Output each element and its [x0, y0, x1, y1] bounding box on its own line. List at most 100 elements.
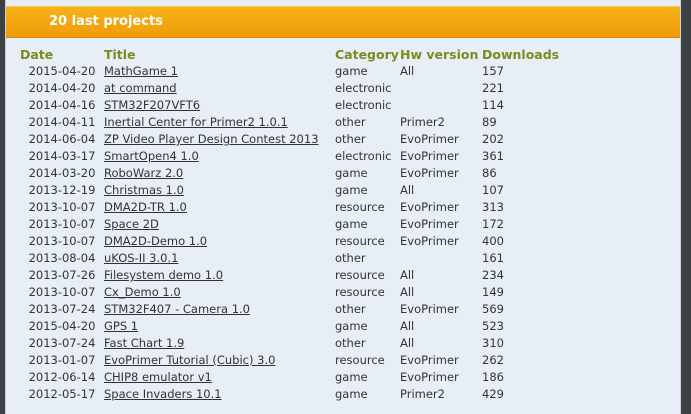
- project-date: 2013-10-07: [28, 234, 96, 248]
- table-row: 2014-03-20 RoboWarz 2.0 game EvoPrimer 86: [20, 165, 572, 182]
- project-category: game: [335, 387, 368, 401]
- project-date: 2012-05-17: [28, 387, 96, 401]
- project-date: 2013-10-07: [28, 285, 96, 299]
- project-category: other: [335, 302, 366, 316]
- project-downloads: 161: [482, 251, 504, 265]
- project-title-cell: CHIP8 emulator v1: [104, 369, 335, 386]
- table-row: 2014-06-04 ZP Video Player Design Contest…: [20, 131, 572, 148]
- project-title-link[interactable]: MathGame 1: [104, 64, 178, 78]
- project-date: 2014-04-20: [28, 81, 96, 95]
- table-row: 2015-04-20 GPS 1 game All 523: [20, 318, 572, 335]
- column-header-title: Title: [104, 47, 136, 62]
- project-downloads: 523: [482, 319, 504, 333]
- project-category: resource: [335, 285, 385, 299]
- project-title-cell: Christmas 1.0: [104, 182, 335, 199]
- project-title-cell: MathGame 1: [104, 63, 335, 80]
- project-title-link[interactable]: uKOS-II 3.0.1: [104, 251, 178, 265]
- project-hw-version: EvoPrimer: [400, 234, 459, 248]
- table-row: 2014-04-16 STM32F207VFT6 electronic 114: [20, 97, 572, 114]
- project-category: electronic: [335, 81, 392, 95]
- project-hw-version: All: [400, 268, 415, 282]
- project-downloads: 400: [482, 234, 504, 248]
- project-hw-version: All: [400, 319, 415, 333]
- project-title-link[interactable]: ZP Video Player Design Contest 2013: [104, 132, 319, 146]
- project-downloads: 361: [482, 149, 504, 163]
- project-category: electronic: [335, 149, 392, 163]
- project-category: game: [335, 183, 368, 197]
- project-title-link[interactable]: RoboWarz 2.0: [104, 166, 183, 180]
- project-downloads: 157: [482, 64, 504, 78]
- table-row: 2012-05-17 Space Invaders 10.1 game Primer2…: [20, 386, 572, 403]
- project-downloads: 429: [482, 387, 504, 401]
- project-category: resource: [335, 268, 385, 282]
- project-title-link[interactable]: Space 2D: [104, 217, 159, 231]
- project-hw-version: [400, 97, 482, 114]
- project-date: 2015-04-20: [28, 64, 96, 78]
- project-title-link[interactable]: Filesystem demo 1.0: [104, 268, 223, 282]
- project-downloads: 569: [482, 302, 504, 316]
- project-title-cell: STM32F207VFT6: [104, 97, 335, 114]
- project-hw-version: EvoPrimer: [400, 217, 459, 231]
- project-title-cell: DMA2D-TR 1.0: [104, 199, 335, 216]
- project-title-link[interactable]: GPS 1: [104, 319, 138, 333]
- project-hw-version: EvoPrimer: [400, 200, 459, 214]
- project-title-link[interactable]: EvoPrimer Tutorial (Cubic) 3.0: [104, 353, 275, 367]
- project-title-link[interactable]: SmartOpen4 1.0: [104, 149, 199, 163]
- project-date: 2015-04-20: [28, 319, 96, 333]
- project-title-cell: Filesystem demo 1.0: [104, 267, 335, 284]
- project-title-cell: STM32F407 - Camera 1.0: [104, 301, 335, 318]
- project-title-cell: DMA2D-Demo 1.0: [104, 233, 335, 250]
- table-row: 2013-12-19 Christmas 1.0 game All 107: [20, 182, 572, 199]
- project-date: 2013-12-19: [28, 183, 96, 197]
- project-downloads: 149: [482, 285, 504, 299]
- project-category: electronic: [335, 98, 392, 112]
- project-hw-version: EvoPrimer: [400, 353, 459, 367]
- table-row: 2013-10-07 Cx_Demo 1.0 resource All 149: [20, 284, 572, 301]
- table-row: 2013-01-07 EvoPrimer Tutorial (Cubic) 3.0…: [20, 352, 572, 369]
- project-category: resource: [335, 234, 385, 248]
- project-category: game: [335, 64, 368, 78]
- project-date: 2014-04-16: [28, 98, 96, 112]
- project-title-cell: Inertial Center for Primer2 1.0.1: [104, 114, 335, 131]
- project-title-link[interactable]: Cx_Demo 1.0: [104, 285, 181, 299]
- project-title-link[interactable]: Inertial Center for Primer2 1.0.1: [104, 115, 288, 129]
- table-row: 2012-06-14 CHIP8 emulator v1 game EvoPrimer…: [20, 369, 572, 386]
- panel-title: 20 last projects: [49, 14, 163, 29]
- project-date: 2013-01-07: [28, 353, 96, 367]
- project-title-cell: Cx_Demo 1.0: [104, 284, 335, 301]
- project-date: 2014-03-20: [28, 166, 96, 180]
- project-title-link[interactable]: CHIP8 emulator v1: [104, 370, 212, 384]
- project-downloads: 313: [482, 200, 504, 214]
- project-downloads: 86: [482, 166, 497, 180]
- project-title-link[interactable]: STM32F207VFT6: [104, 98, 200, 112]
- project-date: 2013-08-04: [28, 251, 96, 265]
- project-title-link[interactable]: at command: [104, 81, 177, 95]
- project-hw-version: EvoPrimer: [400, 149, 459, 163]
- project-date: 2014-03-17: [28, 149, 96, 163]
- table-row: 2013-10-07 Space 2D game EvoPrimer 172: [20, 216, 572, 233]
- project-title-link[interactable]: Fast Chart 1.9: [104, 336, 184, 350]
- project-hw-version: EvoPrimer: [400, 166, 459, 180]
- project-title-cell: SmartOpen4 1.0: [104, 148, 335, 165]
- project-title-cell: Space Invaders 10.1: [104, 386, 335, 403]
- project-date: 2013-07-24: [28, 336, 96, 350]
- panel-header: 20 last projects: [6, 6, 680, 38]
- project-title-link[interactable]: DMA2D-TR 1.0: [104, 200, 187, 214]
- project-title-link[interactable]: DMA2D-Demo 1.0: [104, 234, 207, 248]
- project-hw-version: [400, 80, 482, 97]
- project-category: game: [335, 166, 368, 180]
- table-row: 2013-07-24 Fast Chart 1.9 other All 310: [20, 335, 572, 352]
- project-date: 2013-07-24: [28, 302, 96, 316]
- project-downloads: 234: [482, 268, 504, 282]
- project-date: 2013-10-07: [28, 200, 96, 214]
- project-category: other: [335, 336, 366, 350]
- project-title-link[interactable]: Christmas 1.0: [104, 183, 184, 197]
- table-row: 2013-07-26 Filesystem demo 1.0 resource All…: [20, 267, 572, 284]
- project-date: 2013-10-07: [28, 217, 96, 231]
- table-row: 2014-04-20 at command electronic 221: [20, 80, 572, 97]
- project-title-link[interactable]: STM32F407 - Camera 1.0: [104, 302, 250, 316]
- project-title-link[interactable]: Space Invaders 10.1: [104, 387, 222, 401]
- project-downloads: 172: [482, 217, 504, 231]
- project-hw-version: EvoPrimer: [400, 370, 459, 384]
- project-category: resource: [335, 200, 385, 214]
